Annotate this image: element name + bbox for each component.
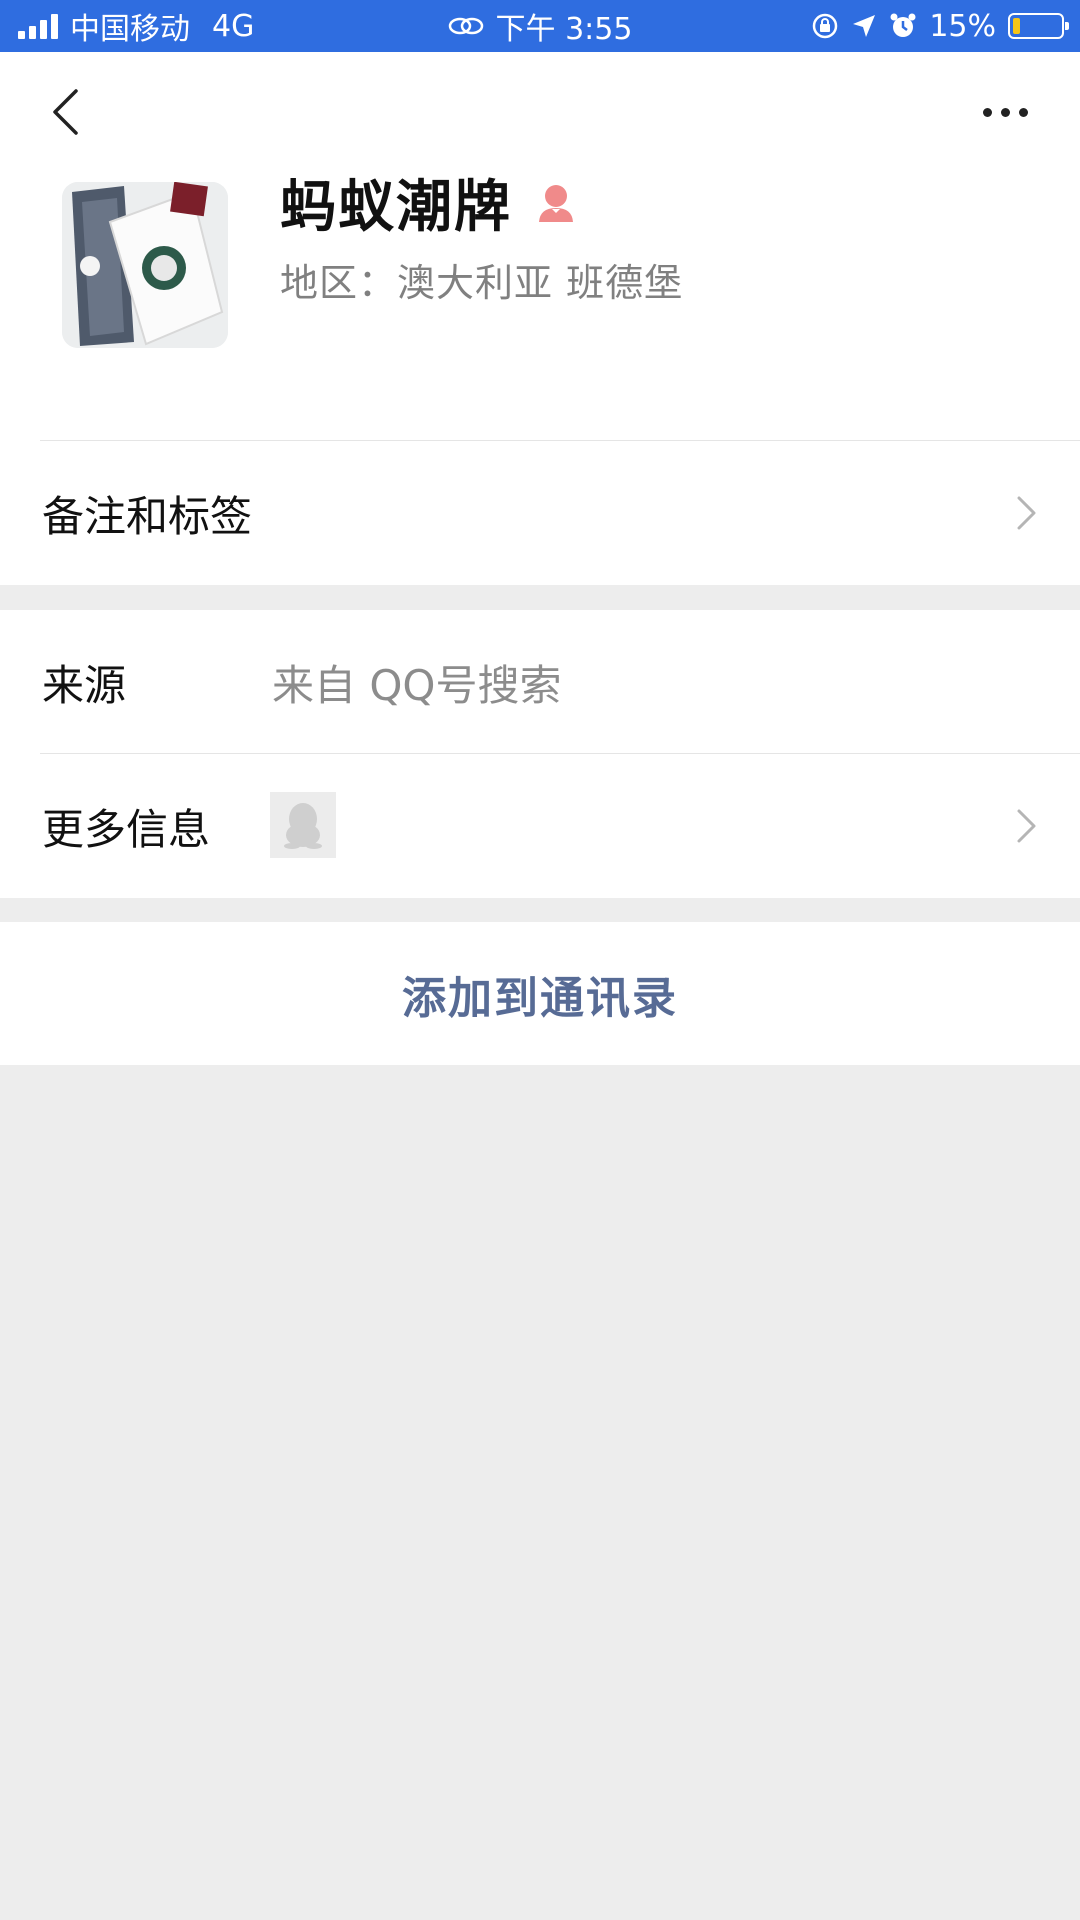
back-button[interactable] (40, 82, 90, 142)
source-row: 来源 来自 QQ号搜索 (0, 610, 1080, 754)
divider (40, 753, 1080, 754)
chevron-left-icon (53, 89, 78, 135)
ellipsis-icon (982, 107, 992, 117)
profile-card: 蚂蚁潮牌 地区：澳大利亚 班德堡 备注和标签 (0, 52, 1080, 585)
battery-icon (1008, 13, 1069, 39)
remark-tags-row[interactable]: 备注和标签 (0, 441, 1080, 585)
nickname-text: 蚂蚁潮牌 (280, 175, 512, 240)
female-icon (539, 184, 573, 222)
add-to-contacts-button[interactable]: 添加到通讯录 (0, 922, 1080, 1065)
source-value: 来自 QQ号搜索 (272, 660, 562, 710)
more-options-button[interactable] (970, 82, 1040, 142)
status-time: 下午 3:55 (495, 12, 633, 47)
battery-level (1013, 18, 1020, 34)
remark-tags-label: 备注和标签 (42, 491, 253, 541)
status-right: 15% (811, 0, 1069, 52)
avatar-image (62, 182, 228, 348)
chevron-right-icon (1012, 754, 1042, 898)
chevron-right-icon (1012, 441, 1042, 585)
location-icon (853, 15, 876, 37)
avatar[interactable] (62, 182, 228, 348)
qq-icon (270, 792, 336, 858)
more-info-row[interactable]: 更多信息 (0, 754, 1080, 898)
region-text: 地区：澳大利亚 班德堡 (280, 261, 684, 305)
source-label: 来源 (42, 660, 127, 710)
alarm-icon (890, 13, 916, 37)
nickname: 蚂蚁潮牌 (280, 162, 576, 243)
more-info-label: 更多信息 (42, 804, 211, 854)
orientation-lock-icon (813, 13, 838, 39)
link-icon (448, 17, 483, 35)
status-bar: 中国移动 4G 下午 3:55 15% (0, 0, 1080, 52)
battery-percent: 15% (929, 8, 996, 44)
